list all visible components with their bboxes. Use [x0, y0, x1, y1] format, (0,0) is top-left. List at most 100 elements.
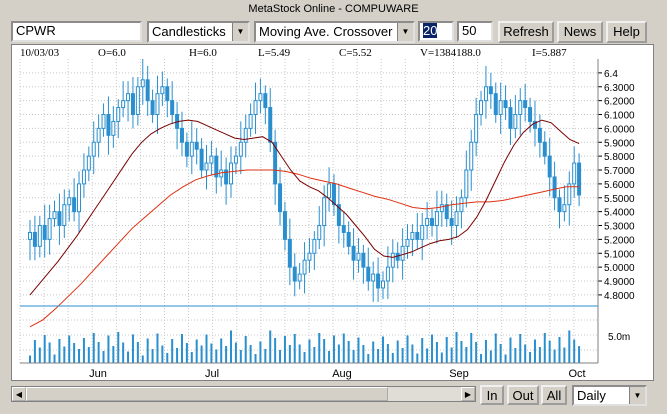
volume-bar: [161, 345, 164, 363]
volume-bar: [538, 347, 541, 363]
volume-bar: [29, 355, 31, 363]
scroll-right-icon[interactable]: ▶: [461, 387, 475, 401]
candle-body: [287, 238, 292, 268]
y-tick-label: 6.3000: [604, 83, 635, 94]
volume-bar: [396, 340, 399, 363]
horizontal-scrollbar[interactable]: ◀ ▶: [11, 386, 476, 402]
volume-bar: [73, 343, 76, 363]
volume-bar: [176, 348, 179, 363]
fast-period-value: 20: [423, 23, 438, 38]
chart-type-select[interactable]: Candlesticks ▼: [147, 21, 250, 43]
volume-bar: [401, 348, 404, 363]
volume-bar: [185, 343, 188, 363]
volume-bar: [200, 345, 203, 363]
candle-body: [32, 231, 37, 247]
period-select[interactable]: Daily ▼: [572, 385, 647, 406]
candle-body: [464, 169, 469, 199]
news-button[interactable]: News: [557, 21, 603, 43]
volume-bar: [573, 339, 576, 363]
refresh-button[interactable]: Refresh: [498, 21, 554, 43]
candle-body: [179, 127, 184, 143]
candle-body: [562, 204, 567, 213]
volume-bar: [578, 346, 581, 363]
volume-bar: [303, 352, 306, 363]
volume-bar: [514, 348, 517, 363]
volume-bar: [440, 352, 443, 363]
indicator-select[interactable]: Moving Ave. Crossover ▼: [254, 21, 415, 43]
volume-bar: [553, 349, 556, 363]
chevron-down-icon[interactable]: ▼: [232, 23, 248, 41]
volume-bar: [484, 340, 487, 363]
scroll-left-icon[interactable]: ◀: [12, 387, 26, 401]
volume-bar: [357, 337, 360, 363]
y-tick-label: 4.9000: [604, 277, 635, 288]
candle-body: [528, 107, 533, 122]
volume-bar: [171, 339, 174, 363]
symbol-input[interactable]: CPWR: [11, 21, 142, 42]
price-chart[interactable]: 10/03/03 O=6.0 H=6.0 L=5.49 C=5.52 V=138…: [11, 44, 654, 381]
volume-bar: [234, 342, 237, 363]
volume-bar: [328, 351, 331, 363]
y-tick-label: 6.1000: [604, 111, 635, 122]
volume-bar: [391, 353, 394, 363]
scroll-thumb[interactable]: [26, 387, 388, 401]
fast-period-input[interactable]: 20: [418, 21, 454, 42]
candle-body: [233, 155, 238, 164]
volume-bar: [563, 347, 566, 363]
volume-bar: [431, 334, 434, 363]
chevron-down-icon[interactable]: ▼: [629, 387, 645, 404]
candle-body: [278, 183, 283, 213]
period-value: Daily: [577, 388, 606, 403]
volume-bar: [543, 333, 546, 363]
candle-body: [106, 114, 111, 136]
volume-bar: [347, 341, 350, 363]
volume-bar: [323, 339, 326, 363]
volume-tick-label: 5.0m: [608, 332, 630, 343]
candle-body: [557, 197, 562, 213]
candle-body: [52, 211, 57, 220]
zoom-out-button[interactable]: Out: [507, 385, 539, 405]
zoom-in-button[interactable]: In: [480, 385, 504, 405]
volume-bar: [533, 339, 536, 363]
volume-bar: [33, 340, 36, 363]
candle-body: [292, 266, 297, 282]
volume-bar: [220, 338, 223, 363]
slow-period-input[interactable]: 50: [457, 21, 493, 42]
volume-bar: [68, 335, 71, 363]
volume-bar: [519, 334, 522, 363]
volume-bar: [112, 346, 115, 363]
candle-body: [469, 141, 474, 171]
candle-body: [194, 141, 199, 150]
volume-bar: [254, 354, 257, 363]
volume-bar: [53, 354, 56, 363]
volume-bar: [499, 344, 502, 363]
candle-body: [47, 218, 52, 240]
volume-bar: [332, 335, 335, 363]
volume-bar: [136, 342, 139, 363]
candle-body: [385, 266, 390, 282]
volume-bar: [475, 342, 478, 363]
volume-bar: [455, 332, 458, 363]
volume-bar: [352, 350, 355, 363]
candle-body: [199, 148, 204, 171]
volume-bar: [190, 352, 193, 363]
volume-bar: [48, 342, 51, 363]
y-tick-label: 5.0000: [604, 263, 635, 274]
volume-bar: [406, 335, 409, 363]
candle-body: [503, 100, 508, 109]
help-button[interactable]: Help: [606, 21, 647, 43]
y-tick-label: 5.7000: [604, 166, 635, 177]
chevron-down-icon[interactable]: ▼: [397, 23, 413, 41]
y-tick-label: 5.9000: [604, 138, 635, 149]
volume-bar: [274, 338, 277, 363]
candle-body: [577, 162, 582, 196]
volume-bar: [230, 330, 233, 363]
candle-body: [552, 176, 557, 199]
candle-body: [160, 86, 165, 95]
volume-bar: [494, 333, 497, 363]
volume-bar: [411, 344, 414, 363]
candle-body: [248, 114, 253, 129]
candle-body: [572, 162, 577, 185]
zoom-all-button[interactable]: All: [541, 385, 567, 405]
candle-body: [297, 273, 302, 282]
